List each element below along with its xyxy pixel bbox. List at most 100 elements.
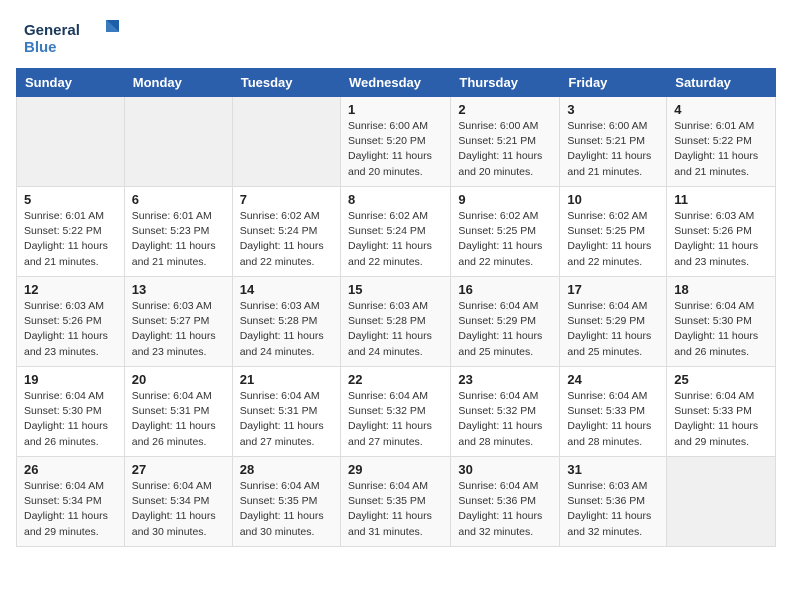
week-row-1: 1Sunrise: 6:00 AMSunset: 5:20 PMDaylight… xyxy=(17,97,776,187)
svg-text:General: General xyxy=(24,22,80,39)
day-number: 21 xyxy=(240,372,333,387)
header: General Blue xyxy=(0,0,792,68)
day-cell: 20 Sunrise: 6:04 AMSunset: 5:31 PMDayligh… xyxy=(124,367,232,457)
svg-text:Blue: Blue xyxy=(24,39,57,56)
day-info: Sunrise: 6:04 AMSunset: 5:34 PMDaylight:… xyxy=(24,479,117,540)
day-number: 12 xyxy=(24,282,117,297)
day-cell: 24 Sunrise: 6:04 AMSunset: 5:33 PMDayligh… xyxy=(560,367,667,457)
logo-svg: General Blue xyxy=(24,16,124,60)
day-info: Sunrise: 6:04 AMSunset: 5:32 PMDaylight:… xyxy=(458,389,552,450)
day-cell: 31 Sunrise: 6:03 AMSunset: 5:36 PMDayligh… xyxy=(560,457,667,547)
logo-bird-icon: General Blue xyxy=(24,16,124,60)
day-number: 6 xyxy=(132,192,225,207)
day-cell: 22Sunrise: 6:04 AMSunset: 5:32 PMDayligh… xyxy=(340,367,450,457)
day-number: 3 xyxy=(567,102,659,117)
logo: General Blue xyxy=(24,16,124,60)
calendar-table: SundayMondayTuesdayWednesdayThursdayFrid… xyxy=(16,68,776,547)
day-number: 25 xyxy=(674,372,768,387)
day-info: Sunrise: 6:04 AMSunset: 5:31 PMDaylight:… xyxy=(132,389,225,450)
day-number: 27 xyxy=(132,462,225,477)
day-number: 29 xyxy=(348,462,443,477)
day-info: Sunrise: 6:04 AMSunset: 5:34 PMDaylight:… xyxy=(132,479,225,540)
weekday-header-saturday: Saturday xyxy=(667,69,776,97)
day-cell: 15 Sunrise: 6:03 AMSunset: 5:28 PMDayligh… xyxy=(340,277,450,367)
day-info: Sunrise: 6:02 AMSunset: 5:25 PMDaylight:… xyxy=(458,209,552,270)
day-number: 4 xyxy=(674,102,768,117)
day-info: Sunrise: 6:04 AMSunset: 5:30 PMDaylight:… xyxy=(674,299,768,360)
day-number: 14 xyxy=(240,282,333,297)
day-cell: 3Sunrise: 6:00 AMSunset: 5:21 PMDaylight… xyxy=(560,97,667,187)
day-cell: 12 Sunrise: 6:03 AMSunset: 5:26 PMDayligh… xyxy=(17,277,125,367)
day-cell: 1Sunrise: 6:00 AMSunset: 5:20 PMDaylight… xyxy=(340,97,450,187)
day-cell: 8Sunrise: 6:02 AMSunset: 5:24 PMDaylight… xyxy=(340,187,450,277)
day-cell: 18Sunrise: 6:04 AMSunset: 5:30 PMDayligh… xyxy=(667,277,776,367)
day-cell: 7 Sunrise: 6:02 AMSunset: 5:24 PMDaylight… xyxy=(232,187,340,277)
day-cell xyxy=(667,457,776,547)
day-info: Sunrise: 6:04 AMSunset: 5:33 PMDaylight:… xyxy=(674,389,768,450)
day-cell: 9Sunrise: 6:02 AMSunset: 5:25 PMDaylight… xyxy=(451,187,560,277)
day-cell: 10Sunrise: 6:02 AMSunset: 5:25 PMDayligh… xyxy=(560,187,667,277)
day-info: Sunrise: 6:01 AMSunset: 5:22 PMDaylight:… xyxy=(674,119,768,180)
day-cell: 16 Sunrise: 6:04 AMSunset: 5:29 PMDayligh… xyxy=(451,277,560,367)
day-cell xyxy=(232,97,340,187)
day-info: Sunrise: 6:04 AMSunset: 5:35 PMDaylight:… xyxy=(348,479,443,540)
day-number: 28 xyxy=(240,462,333,477)
day-number: 2 xyxy=(458,102,552,117)
day-cell: 11Sunrise: 6:03 AMSunset: 5:26 PMDayligh… xyxy=(667,187,776,277)
week-row-2: 5Sunrise: 6:01 AMSunset: 5:22 PMDaylight… xyxy=(17,187,776,277)
day-info: Sunrise: 6:04 AMSunset: 5:33 PMDaylight:… xyxy=(567,389,659,450)
day-number: 20 xyxy=(132,372,225,387)
day-cell: 30 Sunrise: 6:04 AMSunset: 5:36 PMDayligh… xyxy=(451,457,560,547)
day-info: Sunrise: 6:01 AMSunset: 5:23 PMDaylight:… xyxy=(132,209,225,270)
weekday-header-thursday: Thursday xyxy=(451,69,560,97)
day-info: Sunrise: 6:03 AMSunset: 5:28 PMDaylight:… xyxy=(348,299,443,360)
day-number: 31 xyxy=(567,462,659,477)
day-cell xyxy=(124,97,232,187)
week-row-4: 19 Sunrise: 6:04 AMSunset: 5:30 PMDayligh… xyxy=(17,367,776,457)
day-cell: 2Sunrise: 6:00 AMSunset: 5:21 PMDaylight… xyxy=(451,97,560,187)
day-number: 7 xyxy=(240,192,333,207)
weekday-header-wednesday: Wednesday xyxy=(340,69,450,97)
calendar-wrapper: SundayMondayTuesdayWednesdayThursdayFrid… xyxy=(0,68,792,555)
week-row-5: 26 Sunrise: 6:04 AMSunset: 5:34 PMDayligh… xyxy=(17,457,776,547)
day-info: Sunrise: 6:01 AMSunset: 5:22 PMDaylight:… xyxy=(24,209,117,270)
day-info: Sunrise: 6:04 AMSunset: 5:35 PMDaylight:… xyxy=(240,479,333,540)
day-info: Sunrise: 6:03 AMSunset: 5:27 PMDaylight:… xyxy=(132,299,225,360)
day-cell: 21 Sunrise: 6:04 AMSunset: 5:31 PMDayligh… xyxy=(232,367,340,457)
day-number: 8 xyxy=(348,192,443,207)
day-cell: 29 Sunrise: 6:04 AMSunset: 5:35 PMDayligh… xyxy=(340,457,450,547)
day-number: 13 xyxy=(132,282,225,297)
day-info: Sunrise: 6:04 AMSunset: 5:30 PMDaylight:… xyxy=(24,389,117,450)
day-info: Sunrise: 6:04 AMSunset: 5:29 PMDaylight:… xyxy=(458,299,552,360)
weekday-header-sunday: Sunday xyxy=(17,69,125,97)
day-info: Sunrise: 6:02 AMSunset: 5:24 PMDaylight:… xyxy=(240,209,333,270)
day-info: Sunrise: 6:04 AMSunset: 5:31 PMDaylight:… xyxy=(240,389,333,450)
day-number: 19 xyxy=(24,372,117,387)
day-cell: 5Sunrise: 6:01 AMSunset: 5:22 PMDaylight… xyxy=(17,187,125,277)
day-number: 15 xyxy=(348,282,443,297)
weekday-header-tuesday: Tuesday xyxy=(232,69,340,97)
day-number: 26 xyxy=(24,462,117,477)
day-cell: 17Sunrise: 6:04 AMSunset: 5:29 PMDayligh… xyxy=(560,277,667,367)
day-cell: 14 Sunrise: 6:03 AMSunset: 5:28 PMDayligh… xyxy=(232,277,340,367)
day-info: Sunrise: 6:04 AMSunset: 5:36 PMDaylight:… xyxy=(458,479,552,540)
day-cell: 26 Sunrise: 6:04 AMSunset: 5:34 PMDayligh… xyxy=(17,457,125,547)
day-cell: 25 Sunrise: 6:04 AMSunset: 5:33 PMDayligh… xyxy=(667,367,776,457)
day-info: Sunrise: 6:00 AMSunset: 5:20 PMDaylight:… xyxy=(348,119,443,180)
day-number: 24 xyxy=(567,372,659,387)
day-info: Sunrise: 6:04 AMSunset: 5:29 PMDaylight:… xyxy=(567,299,659,360)
weekday-header-friday: Friday xyxy=(560,69,667,97)
day-info: Sunrise: 6:03 AMSunset: 5:28 PMDaylight:… xyxy=(240,299,333,360)
day-cell xyxy=(17,97,125,187)
weekday-header-row: SundayMondayTuesdayWednesdayThursdayFrid… xyxy=(17,69,776,97)
day-info: Sunrise: 6:03 AMSunset: 5:26 PMDaylight:… xyxy=(674,209,768,270)
day-number: 23 xyxy=(458,372,552,387)
week-row-3: 12 Sunrise: 6:03 AMSunset: 5:26 PMDayligh… xyxy=(17,277,776,367)
day-number: 16 xyxy=(458,282,552,297)
day-info: Sunrise: 6:03 AMSunset: 5:36 PMDaylight:… xyxy=(567,479,659,540)
day-cell: 27 Sunrise: 6:04 AMSunset: 5:34 PMDayligh… xyxy=(124,457,232,547)
day-number: 30 xyxy=(458,462,552,477)
day-number: 10 xyxy=(567,192,659,207)
day-cell: 13 Sunrise: 6:03 AMSunset: 5:27 PMDayligh… xyxy=(124,277,232,367)
day-info: Sunrise: 6:03 AMSunset: 5:26 PMDaylight:… xyxy=(24,299,117,360)
